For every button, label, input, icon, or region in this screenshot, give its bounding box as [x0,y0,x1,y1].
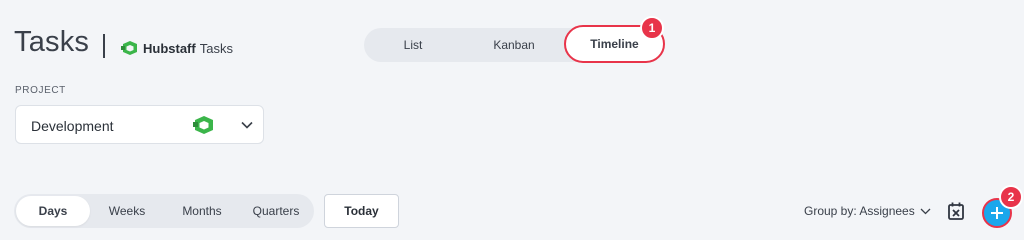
range-toggle: Days Weeks Months Quarters [14,194,314,228]
callout-badge-1: 1 [640,16,664,40]
brand-product: Tasks [199,40,233,56]
chevron-down-icon [241,121,253,129]
range-days[interactable]: Days [16,196,90,226]
group-by-label: Group by: Assignees [804,204,915,218]
brand-name: Hubstaff [143,40,196,56]
brand-logo: Hubstaff Tasks [121,40,233,56]
range-weeks[interactable]: Weeks [98,194,156,228]
project-value: Development [31,118,114,134]
range-quarters[interactable]: Quarters [244,194,308,228]
hubstaff-logo-icon [193,116,213,134]
today-button[interactable]: Today [324,194,399,228]
view-toggle: List Kanban Timeline [364,25,665,63]
tab-kanban[interactable]: Kanban [474,28,554,62]
chevron-down-icon [920,208,931,215]
page-title: Tasks [14,26,90,58]
plus-icon [991,207,1003,219]
project-select[interactable]: Development [15,105,264,144]
group-by-dropdown[interactable]: Group by: Assignees [804,204,931,218]
calendar-close-icon[interactable] [947,201,965,221]
tab-list[interactable]: List [378,28,448,62]
title-divider [103,34,105,58]
callout-badge-2: 2 [999,185,1023,209]
hubstaff-logo-icon [121,41,137,55]
project-label: PROJECT [15,85,66,96]
range-months[interactable]: Months [172,194,232,228]
